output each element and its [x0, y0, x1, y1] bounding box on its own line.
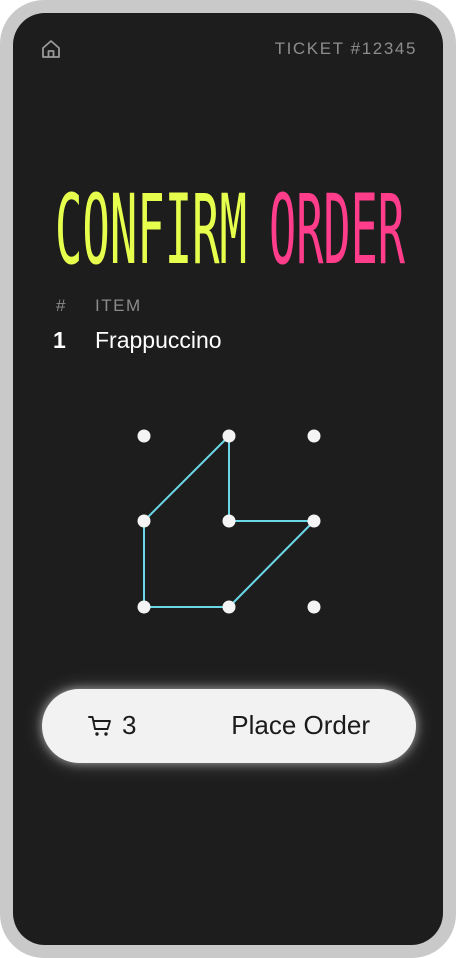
column-header-item: ITEM	[95, 296, 142, 315]
page-title: CONFIRM ORDER	[13, 161, 443, 273]
pattern-dot-7[interactable]	[137, 600, 151, 614]
cart-icon	[88, 716, 111, 736]
home-button[interactable]	[40, 38, 62, 60]
pattern-lock[interactable]	[13, 393, 443, 643]
row-number: 1	[53, 327, 66, 353]
pattern-dot-3[interactable]	[307, 429, 321, 443]
pattern-dot-5[interactable]	[222, 514, 236, 528]
pattern-dot-4[interactable]	[137, 514, 151, 528]
app-screen: TICKET #12345 CONFIRM ORDER # ITEM 1 Fra…	[13, 13, 443, 945]
place-order-button[interactable]: 3 Place Order	[42, 689, 416, 763]
home-icon	[42, 40, 60, 58]
ticket-number: TICKET #12345	[274, 39, 417, 58]
pattern-dot-1[interactable]	[137, 429, 151, 443]
place-order-label: Place Order	[231, 710, 370, 740]
cart-count: 3	[122, 710, 137, 740]
column-header-number: #	[56, 296, 67, 315]
pattern-dot-6[interactable]	[307, 514, 321, 528]
title-confirm: CONFIRM	[55, 174, 247, 273]
title-order: ORDER	[269, 174, 405, 273]
pattern-dot-8[interactable]	[222, 600, 236, 614]
pattern-dot-2[interactable]	[222, 429, 236, 443]
row-item-name: Frappuccino	[95, 327, 222, 353]
device-frame: TICKET #12345 CONFIRM ORDER # ITEM 1 Fra…	[0, 0, 456, 958]
pattern-dot-9[interactable]	[307, 600, 321, 614]
